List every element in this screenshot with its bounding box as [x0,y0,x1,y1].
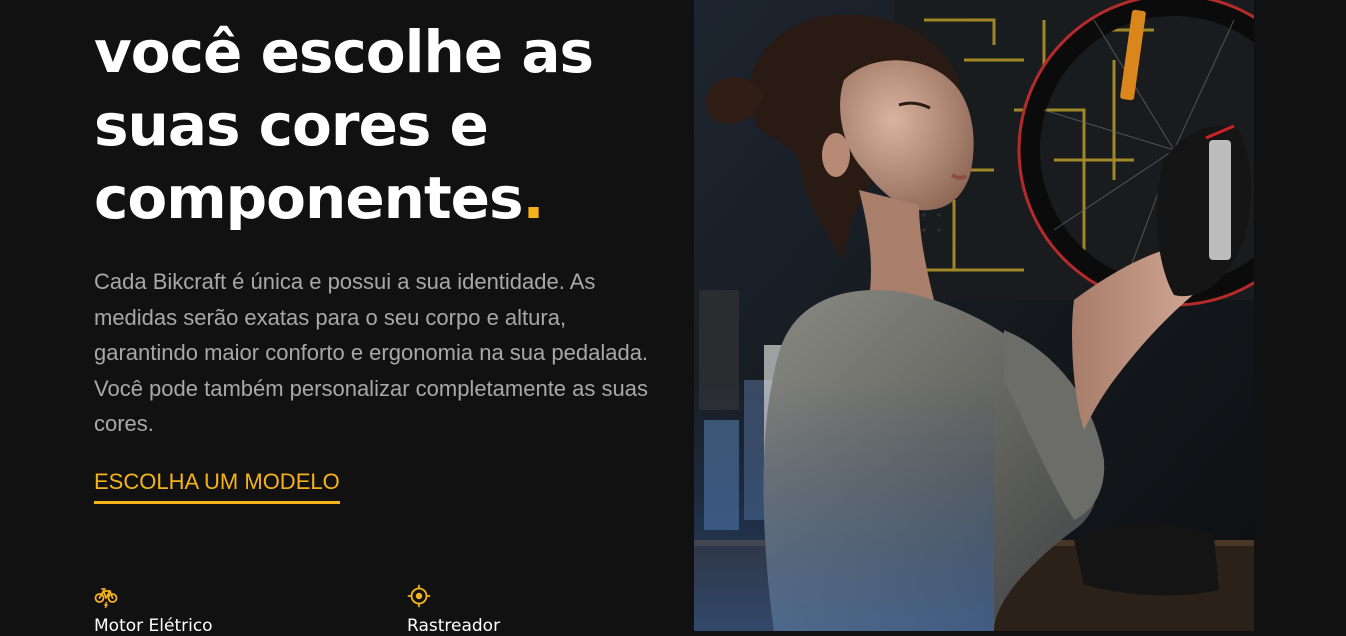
feature-label: Motor Elétrico [94,616,213,636]
hero-paragraph: Cada Bikcraft é única e possui a sua ide… [94,269,649,436]
choose-model-link[interactable]: ESCOLHA UM MODELO [94,468,340,504]
feature-label: Rastreador [407,616,501,636]
feature-tracker: Rastreador [407,584,647,636]
feature-electric-motor: Motor Elétrico [94,584,334,636]
tracker-icon [407,584,431,608]
hero-headline: você escolhe as suas cores e componentes. [94,16,674,235]
woman-repairing-bicycle-photo [694,0,1254,631]
headline-line-3: componentes [94,164,524,232]
headline-line-2: suas cores e [94,91,489,159]
headline-accent-dot: . [522,164,545,232]
electric-bike-icon [94,588,118,608]
headline-line-1: você escolhe as [94,18,594,86]
